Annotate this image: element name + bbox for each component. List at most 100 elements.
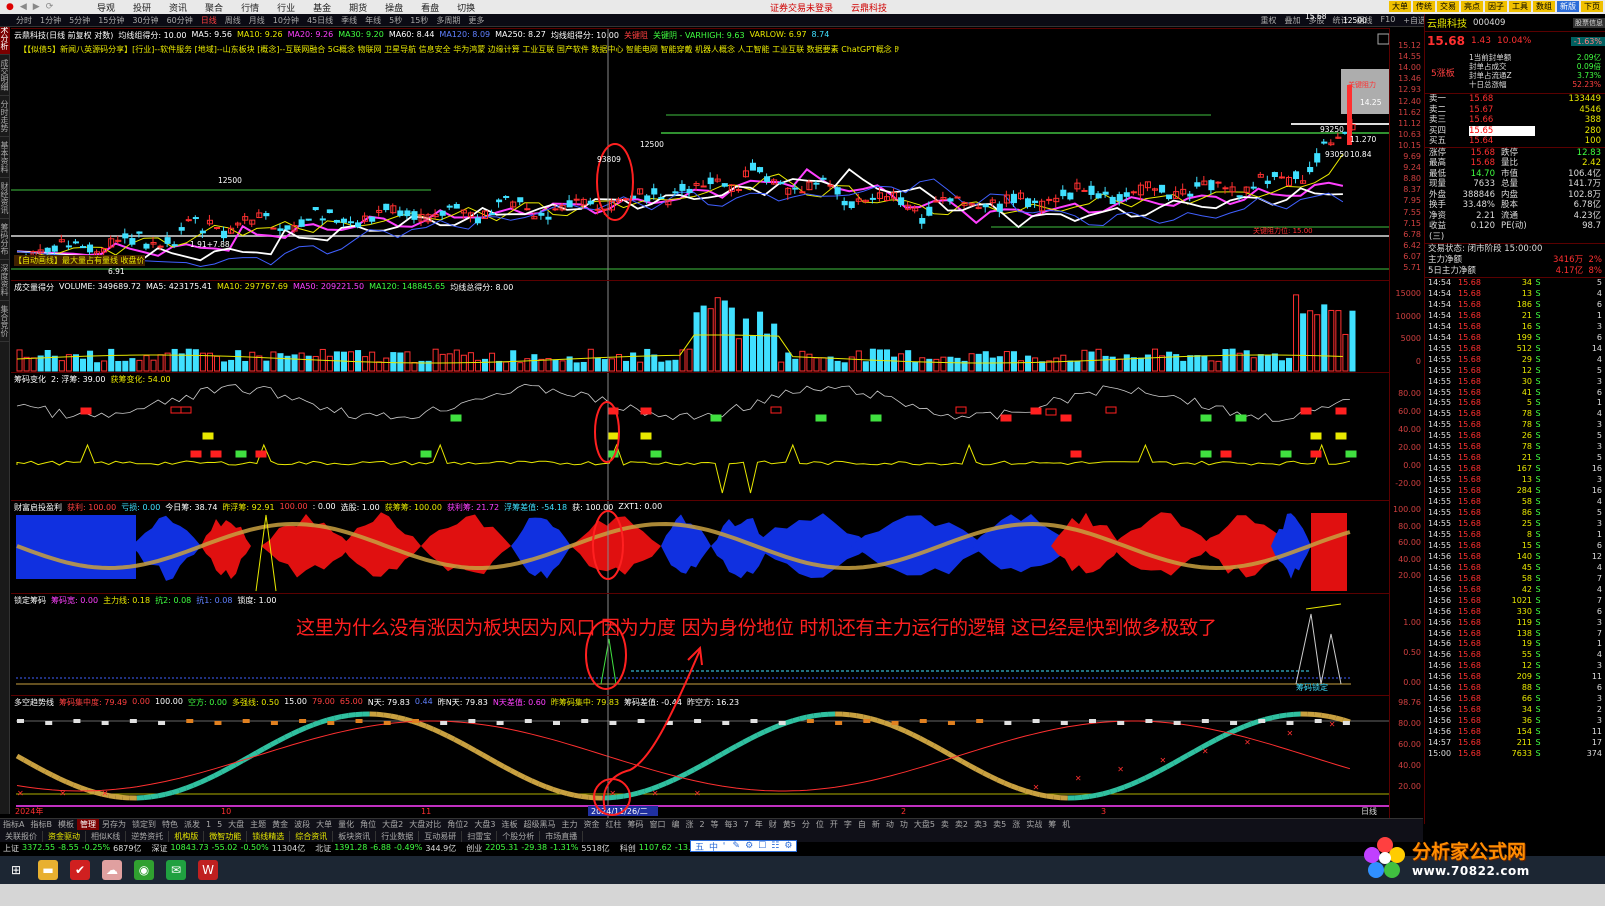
- function-tab[interactable]: 逆势资托: [126, 830, 170, 842]
- volume-bar[interactable]: [157, 354, 164, 372]
- volume-bar[interactable]: [129, 358, 136, 372]
- chip-signal-block[interactable]: [1000, 414, 1012, 422]
- candle-body[interactable]: [538, 212, 545, 216]
- index-item[interactable]: 深证 10843.73 -55.02 -0.50% 11304亿: [151, 843, 305, 854]
- candle-body[interactable]: [996, 203, 1003, 212]
- candle-body[interactable]: [298, 219, 305, 227]
- menu-item[interactable]: 投研: [124, 1, 160, 14]
- volume-bar[interactable]: [1271, 353, 1278, 372]
- candle-body[interactable]: [122, 233, 129, 239]
- volume-bar[interactable]: [1328, 309, 1335, 372]
- candle-body[interactable]: [87, 244, 94, 253]
- index-item[interactable]: 北证 1391.28 -6.88 -0.49% 344.9亿: [315, 843, 456, 854]
- volume-bar[interactable]: [1307, 310, 1314, 372]
- volume-bar[interactable]: [792, 358, 799, 372]
- title-right-button[interactable]: 交易: [1437, 1, 1459, 12]
- candle-body[interactable]: [531, 216, 538, 220]
- indicator-tab[interactable]: 波段: [291, 819, 313, 830]
- chip-signal-block[interactable]: [1060, 414, 1072, 422]
- volume-bar[interactable]: [785, 352, 792, 372]
- ime-icon[interactable]: ⚙: [745, 841, 753, 851]
- indicator-tab[interactable]: 自: [855, 819, 869, 830]
- chip-signal-block[interactable]: [1335, 432, 1347, 440]
- candle-body[interactable]: [333, 219, 340, 223]
- indicator-tab[interactable]: 每3: [722, 819, 741, 830]
- volume-bar[interactable]: [841, 362, 848, 372]
- indicator-tab[interactable]: 角位: [357, 819, 379, 830]
- order-book-row[interactable]: 卖二 15.67 4546: [1425, 105, 1605, 116]
- period-tab[interactable]: 年线: [361, 15, 385, 26]
- volume-bar[interactable]: [1010, 351, 1017, 372]
- candle-body[interactable]: [862, 199, 869, 203]
- candle-body[interactable]: [693, 183, 700, 186]
- candle-body[interactable]: [1236, 195, 1243, 198]
- period-tab[interactable]: 60分钟: [163, 15, 197, 26]
- wealth-pane[interactable]: 财富启投盈利 获利: 100.00 亏损: 0.00 今日筹: 38.74 昨浮…: [11, 500, 1389, 594]
- volume-bar[interactable]: [221, 361, 228, 372]
- candle-body[interactable]: [199, 230, 206, 234]
- volume-bar[interactable]: [79, 358, 87, 372]
- candle-body[interactable]: [369, 216, 376, 222]
- volume-bar[interactable]: [87, 350, 94, 372]
- candle-body[interactable]: [1321, 141, 1328, 144]
- candle-body[interactable]: [503, 196, 510, 199]
- ime-icon[interactable]: ﾟ: [723, 840, 728, 853]
- volume-bar[interactable]: [108, 348, 115, 372]
- indicator-tab[interactable]: 卖3: [971, 819, 990, 830]
- candle-body[interactable]: [192, 217, 199, 220]
- indicator-tab[interactable]: 大盘5: [911, 819, 938, 830]
- period-tab[interactable]: 多周期: [432, 15, 464, 26]
- indicator-tab[interactable]: 等: [708, 819, 722, 830]
- volume-bar[interactable]: [58, 360, 65, 372]
- candle-body[interactable]: [651, 188, 658, 195]
- function-tab[interactable]: 微智功能: [204, 830, 248, 842]
- chip-signal-block[interactable]: [607, 450, 619, 458]
- period-tab[interactable]: 15秒: [406, 15, 432, 26]
- candle-body[interactable]: [376, 209, 383, 213]
- volume-bar[interactable]: [432, 348, 439, 372]
- volume-bar[interactable]: [136, 359, 143, 372]
- volume-bar[interactable]: [171, 348, 178, 372]
- volume-bar[interactable]: [813, 357, 820, 372]
- chip-signal-block[interactable]: [210, 450, 222, 458]
- volume-bar[interactable]: [242, 360, 249, 372]
- function-tab[interactable]: 市场直播: [540, 830, 584, 842]
- windows-start-icon[interactable]: ⊞: [6, 860, 26, 880]
- volume-bar[interactable]: [213, 355, 221, 372]
- volume-bar[interactable]: [714, 297, 721, 372]
- indicator-tab[interactable]: 指标B: [27, 819, 55, 830]
- candle-body[interactable]: [256, 212, 263, 218]
- volume-bar[interactable]: [178, 353, 185, 372]
- candle-body[interactable]: [340, 218, 347, 223]
- chip-signal-block[interactable]: [1335, 407, 1347, 415]
- pane-toggle-icon[interactable]: [1377, 33, 1389, 45]
- title-right-button[interactable]: 新版: [1557, 1, 1579, 12]
- volume-bar[interactable]: [23, 356, 30, 372]
- candle-body[interactable]: [1116, 194, 1123, 202]
- volume-bar[interactable]: [228, 359, 235, 372]
- candle-body[interactable]: [404, 210, 411, 217]
- candle-body[interactable]: [277, 228, 284, 231]
- volume-bar[interactable]: [919, 357, 926, 372]
- title-right-button[interactable]: 工具: [1509, 1, 1531, 12]
- indicator-tab[interactable]: 大盘2: [379, 819, 406, 830]
- indicator-tab[interactable]: 超级黑马: [520, 819, 558, 830]
- candle-body[interactable]: [517, 197, 524, 203]
- candle-body[interactable]: [347, 221, 355, 224]
- order-book-row[interactable]: 卖一 15.68 133449: [1425, 94, 1605, 105]
- candle-body[interactable]: [136, 231, 143, 234]
- volume-bar[interactable]: [623, 360, 630, 372]
- chip-signal-block[interactable]: [450, 414, 462, 422]
- volume-bar[interactable]: [1123, 354, 1130, 372]
- candle-body[interactable]: [460, 209, 467, 214]
- indicator-tab[interactable]: 开: [827, 819, 841, 830]
- volume-bar[interactable]: [1250, 357, 1257, 372]
- candle-body[interactable]: [1243, 186, 1250, 193]
- candle-body[interactable]: [764, 176, 771, 182]
- candle-body[interactable]: [735, 188, 742, 191]
- period-tool[interactable]: 叠加: [1281, 15, 1305, 26]
- chip-signal-block[interactable]: [607, 407, 619, 415]
- chip-signal-block[interactable]: [202, 432, 214, 440]
- period-tab[interactable]: 日线: [197, 15, 221, 26]
- candle-body[interactable]: [510, 201, 517, 208]
